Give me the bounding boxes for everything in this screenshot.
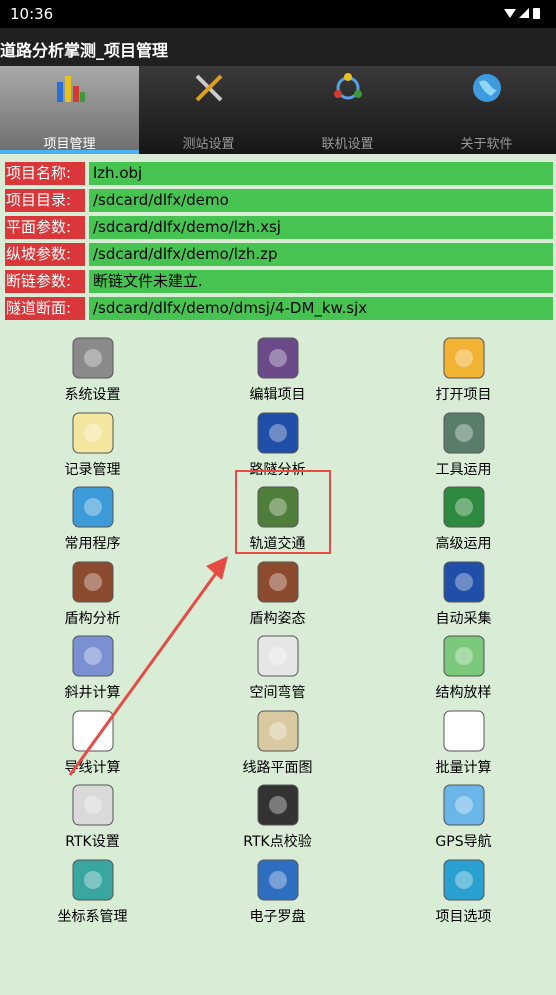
annotation-arrow: [68, 556, 228, 776]
